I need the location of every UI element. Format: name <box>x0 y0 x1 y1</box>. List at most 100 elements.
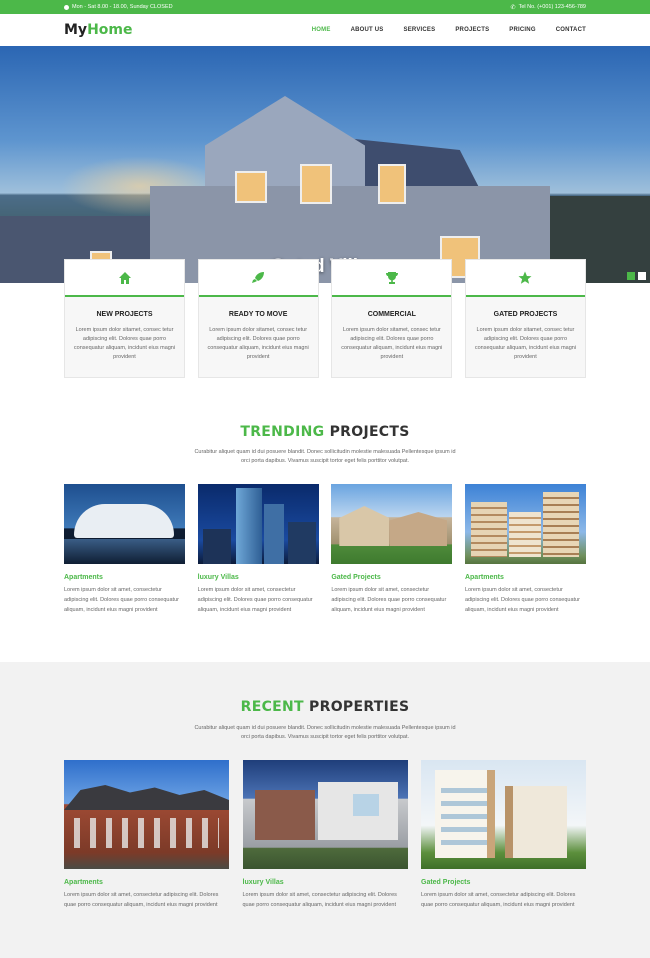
clock-icon <box>64 4 69 10</box>
townhouse-shape <box>339 506 390 546</box>
trending-title-dark: PROJECTS <box>324 424 410 440</box>
nav-projects[interactable]: PROJECTS <box>455 27 489 33</box>
nav-services[interactable]: SERVICES <box>404 27 436 33</box>
rocket-icon <box>252 271 265 283</box>
feature-icon-area <box>465 260 585 297</box>
recent-title-green: RECENT <box>240 699 304 715</box>
tower-shape <box>202 529 231 564</box>
main-navbar: MyHome HOME ABOUT US SERVICES PROJECTS P… <box>0 14 650 46</box>
top-info-bar: Mon - Sat 8.00 - 18.00, Sunday CLOSED ✆ … <box>0 0 650 14</box>
recent-name[interactable]: Apartments <box>64 879 229 886</box>
recent-image-gated-project[interactable] <box>421 760 586 869</box>
trending-title-green: TRENDING <box>240 424 325 440</box>
trending-subtitle: Curabitur aliquet quam id dui posuere bl… <box>194 449 456 464</box>
home-icon <box>118 271 131 284</box>
slider-pagination <box>627 272 646 280</box>
feature-title: READY TO MOVE <box>228 311 288 318</box>
trending-title: TRENDING PROJECTS <box>0 424 650 440</box>
trending-text: Lorem ipsum dolor sit amet, consectetur … <box>331 587 447 613</box>
trending-name[interactable]: Gated Projects <box>331 574 452 581</box>
recent-card[interactable]: Gated Projects Lorem ipsum dolor sit ame… <box>421 760 586 910</box>
recent-card[interactable]: luxury Villas Lorem ipsum dolor sit amet… <box>242 760 408 910</box>
slider-dot-active[interactable] <box>627 272 635 280</box>
nav-about-us[interactable]: ABOUT US <box>351 27 384 33</box>
hero-house-gable <box>205 96 365 186</box>
hours-info: Mon - Sat 8.00 - 18.00, Sunday CLOSED <box>64 4 173 10</box>
trophy-icon <box>385 271 398 284</box>
feature-text: Lorem ipsum dolor sitamet, consec tetur … <box>341 327 443 360</box>
trending-image-townhouses[interactable] <box>331 484 453 564</box>
building-lights <box>64 539 185 564</box>
feature-title: NEW PROJECTS <box>96 311 153 318</box>
recent-subtitle: Curabitur aliquet quam id dui posuere bl… <box>194 725 456 740</box>
brick-house-windows <box>74 818 219 848</box>
trending-text: Lorem ipsum dolor sit amet, consectetur … <box>464 587 580 613</box>
apartment-block <box>542 492 579 557</box>
main-nav: HOME ABOUT US SERVICES PROJECTS PRICING … <box>292 27 586 33</box>
feature-icon-area <box>332 260 452 297</box>
trending-text: Lorem ipsum dolor sit amet, consectetur … <box>197 587 313 613</box>
feature-title: COMMERCIAL <box>367 311 416 318</box>
apartment-block <box>470 502 507 557</box>
feature-card-commercial[interactable]: COMMERCIAL Lorem ipsum dolor sitamet, co… <box>331 259 453 378</box>
trending-name[interactable]: Apartments <box>64 574 185 581</box>
trending-card[interactable]: luxury Villas Lorem ipsum dolor sit amet… <box>197 484 319 615</box>
feature-title: GATED PROJECTS <box>493 311 558 318</box>
recent-name[interactable]: Gated Projects <box>421 879 586 886</box>
trending-image-apartments[interactable] <box>464 484 586 564</box>
hero-house-window <box>300 164 332 204</box>
feature-icon-area <box>65 260 184 297</box>
trending-name[interactable]: luxury Villas <box>198 574 319 581</box>
tower-shape <box>235 488 262 564</box>
star-icon <box>518 271 532 284</box>
hero-slider: Gated Villas <box>0 46 650 283</box>
trending-card[interactable]: Apartments Lorem ipsum dolor sit amet, c… <box>64 484 185 615</box>
trending-name[interactable]: Apartments <box>465 574 586 581</box>
recent-text: Lorem ipsum dolor sit amet, consectetur … <box>421 892 576 908</box>
apartment-block <box>508 512 541 557</box>
brick-house-roof <box>64 785 229 810</box>
recent-grid: Apartments Lorem ipsum dolor sit amet, c… <box>64 760 586 910</box>
building-shape <box>74 504 174 538</box>
feature-text: Lorem ipsum dolor sitamet, consec tetur … <box>474 327 577 360</box>
gated-windows <box>441 780 487 850</box>
feature-card-ready-to-move[interactable]: READY TO MOVE Lorem ipsum dolor sitamet,… <box>197 259 319 378</box>
trending-image-towers[interactable] <box>197 484 319 564</box>
phone-info[interactable]: ✆ Tel No. (+001) 123-456-789 <box>511 4 586 11</box>
feature-cards: NEW PROJECTS Lorem ipsum dolor sitamet, … <box>64 259 586 378</box>
recent-title: RECENT PROPERTIES <box>0 699 650 715</box>
phone-text[interactable]: Tel No. (+001) 123-456-789 <box>519 4 586 10</box>
hero-house-window <box>378 164 406 204</box>
feature-text: Lorem ipsum dolor sitamet, consec tetur … <box>73 327 176 360</box>
recent-text: Lorem ipsum dolor sit amet, consectetur … <box>242 892 397 908</box>
feature-card-gated-projects[interactable]: GATED PROJECTS Lorem ipsum dolor sitamet… <box>464 259 586 378</box>
nav-pricing[interactable]: PRICING <box>509 27 535 33</box>
townhouse-shape <box>389 512 448 546</box>
feature-icon-area <box>198 260 318 297</box>
nav-contact[interactable]: CONTACT <box>556 27 586 33</box>
villa-block <box>254 790 315 840</box>
recent-image-modern-villas[interactable] <box>242 760 408 869</box>
trending-card[interactable]: Gated Projects Lorem ipsum dolor sit ame… <box>331 484 453 615</box>
logo-part-my: My <box>64 22 88 38</box>
tower-shape <box>263 504 284 564</box>
site-logo[interactable]: MyHome <box>64 22 132 38</box>
feature-text: Lorem ipsum dolor sitamet, consec tetur … <box>207 327 309 360</box>
villa-window <box>352 794 379 816</box>
tower-shape <box>287 522 316 564</box>
logo-part-home: Home <box>87 22 133 38</box>
feature-card-new-projects[interactable]: NEW PROJECTS Lorem ipsum dolor sitamet, … <box>64 259 185 378</box>
recent-name[interactable]: luxury Villas <box>243 879 408 886</box>
recent-text: Lorem ipsum dolor sit amet, consectetur … <box>64 892 219 908</box>
slider-dot[interactable] <box>638 272 646 280</box>
gated-building <box>505 786 567 858</box>
nav-home[interactable]: HOME <box>312 27 331 33</box>
recent-image-brick-houses[interactable] <box>64 760 229 869</box>
trending-image-museum[interactable] <box>64 484 185 564</box>
trending-text: Lorem ipsum dolor sit amet, consectetur … <box>64 587 179 613</box>
hours-text: Mon - Sat 8.00 - 18.00, Sunday CLOSED <box>72 4 173 10</box>
recent-card[interactable]: Apartments Lorem ipsum dolor sit amet, c… <box>64 760 229 910</box>
recent-title-dark: PROPERTIES <box>303 699 410 715</box>
trending-grid: Apartments Lorem ipsum dolor sit amet, c… <box>64 484 586 615</box>
trending-card[interactable]: Apartments Lorem ipsum dolor sit amet, c… <box>464 484 586 615</box>
